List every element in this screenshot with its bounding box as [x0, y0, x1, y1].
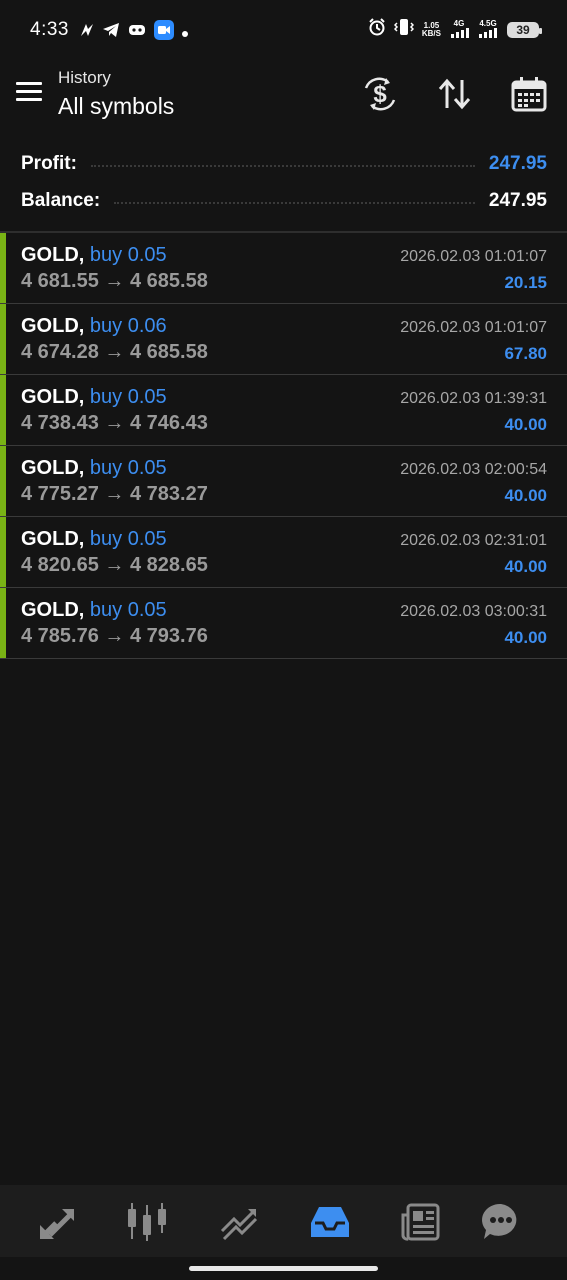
dotted-leader — [114, 202, 475, 204]
deal-time: 2026.02.03 01:01:07 — [400, 319, 547, 336]
buy-indicator-bar — [0, 517, 6, 587]
vibrate-icon — [393, 18, 414, 41]
balance-value: 247.95 — [488, 190, 547, 211]
deal-type: buy 0.06 — [89, 315, 167, 337]
deal-symbol: GOLD, buy 0.05 — [21, 457, 167, 480]
bottom-navigation — [0, 1185, 567, 1257]
sort-icon[interactable] — [435, 74, 475, 114]
deals-list: GOLD, buy 0.05 4 681.55 → 4 685.58 2026.… — [0, 233, 567, 659]
network-speed-unit: KB/S — [421, 28, 441, 38]
signal-1-label: 4G — [453, 18, 465, 28]
discord-icon — [128, 23, 146, 42]
profit-label: Profit: — [21, 153, 77, 174]
deal-symbol-name: GOLD, — [21, 315, 85, 337]
status-time: 4:33 — [30, 19, 69, 40]
deal-symbol-name: GOLD, — [21, 244, 85, 266]
notification-icons — [80, 20, 188, 45]
deal-prices: 4 785.76 → 4 793.76 — [21, 625, 208, 647]
balance-label: Balance: — [21, 190, 101, 211]
deal-profit: 20.15 — [504, 273, 547, 292]
deal-type: buy 0.05 — [89, 457, 167, 479]
telegram-icon — [102, 22, 120, 43]
zoom-icon — [154, 20, 174, 45]
signal-1: 4G — [449, 18, 469, 40]
trade-icon[interactable] — [218, 1201, 260, 1243]
profit-row: Profit: 247.95 — [21, 149, 547, 179]
deal-prices: 4 738.43 → 4 746.43 — [21, 412, 208, 434]
page-title[interactable]: All symbols — [58, 93, 174, 120]
messages-icon[interactable] — [480, 1201, 522, 1243]
deal-symbol: GOLD, buy 0.05 — [21, 244, 167, 267]
news-icon[interactable] — [400, 1201, 442, 1243]
deal-prices: 4 775.27 → 4 783.27 — [21, 483, 208, 505]
status-bar: 4:33 1.05 KB/S 4G 4.5G 39 — [0, 0, 567, 60]
deal-symbol: GOLD, buy 0.06 — [21, 315, 167, 338]
network-speed: 1.05 KB/S — [421, 21, 441, 38]
deal-symbol-name: GOLD, — [21, 457, 85, 479]
chart-icon[interactable] — [126, 1201, 168, 1243]
deal-type: buy 0.05 — [89, 528, 167, 550]
page-subtitle: History — [58, 68, 111, 87]
signal-2-label: 4.5G — [479, 18, 497, 28]
signal-2: 4.5G — [477, 18, 499, 40]
deal-row[interactable]: GOLD, buy 0.05 4 775.27 → 4 783.27 2026.… — [0, 446, 567, 517]
deal-prices: 4 681.55 → 4 685.58 — [21, 270, 208, 292]
buy-indicator-bar — [0, 446, 6, 516]
profit-value: 247.95 — [488, 153, 547, 174]
deal-profit: 40.00 — [504, 557, 547, 576]
deal-prices: 4 820.65 → 4 828.65 — [21, 554, 208, 576]
buy-indicator-bar — [0, 304, 6, 374]
more-notifications-dot — [182, 24, 188, 42]
deal-type: buy 0.05 — [89, 386, 167, 408]
deal-symbol-name: GOLD, — [21, 599, 85, 621]
balance-row: Balance: 247.95 — [21, 186, 547, 216]
deal-symbol-name: GOLD, — [21, 528, 85, 550]
menu-icon[interactable] — [16, 82, 42, 102]
buy-indicator-bar — [0, 375, 6, 445]
deal-row[interactable]: GOLD, buy 0.05 4 785.76 → 4 793.76 2026.… — [0, 588, 567, 659]
calendar-icon[interactable] — [509, 74, 549, 114]
deal-time: 2026.02.03 02:31:01 — [400, 532, 547, 549]
deal-symbol: GOLD, buy 0.05 — [21, 599, 167, 622]
deal-prices: 4 674.28 → 4 685.58 — [21, 341, 208, 363]
quotes-icon[interactable] — [36, 1201, 78, 1243]
buy-indicator-bar — [0, 233, 6, 303]
system-status-icons: 1.05 KB/S 4G 4.5G 39 — [368, 18, 542, 41]
home-indicator[interactable] — [189, 1266, 378, 1271]
deal-profit: 40.00 — [504, 415, 547, 434]
deal-time: 2026.02.03 02:00:54 — [400, 461, 547, 478]
notification-app-icon — [80, 23, 94, 42]
deal-symbol-name: GOLD, — [21, 386, 85, 408]
deal-row[interactable]: GOLD, buy 0.05 4 681.55 → 4 685.58 2026.… — [0, 233, 567, 304]
deal-row[interactable]: GOLD, buy 0.05 4 738.43 → 4 746.43 2026.… — [0, 375, 567, 446]
deal-row[interactable]: GOLD, buy 0.06 4 674.28 → 4 685.58 2026.… — [0, 304, 567, 375]
dotted-leader — [90, 165, 475, 167]
signal-bars-icon — [479, 27, 497, 38]
battery-level: 39 — [516, 22, 530, 37]
signal-bars-icon — [451, 27, 469, 38]
deal-time: 2026.02.03 01:39:31 — [400, 390, 547, 407]
deal-profit: 40.00 — [504, 628, 547, 647]
deal-type: buy 0.05 — [89, 244, 167, 266]
app-bar: History All symbols $ — [0, 60, 567, 130]
buy-indicator-bar — [0, 588, 6, 658]
history-icon[interactable] — [309, 1201, 351, 1243]
alarm-icon — [368, 18, 386, 41]
deal-symbol: GOLD, buy 0.05 — [21, 528, 167, 551]
deal-time: 2026.02.03 03:00:31 — [400, 603, 547, 620]
deal-type: buy 0.05 — [89, 599, 167, 621]
deal-symbol: GOLD, buy 0.05 — [21, 386, 167, 409]
deal-time: 2026.02.03 01:01:07 — [400, 248, 547, 265]
deal-profit: 40.00 — [504, 486, 547, 505]
currency-exchange-icon[interactable]: $ — [360, 74, 400, 114]
deal-row[interactable]: GOLD, buy 0.05 4 820.65 → 4 828.65 2026.… — [0, 517, 567, 588]
battery-icon: 39 — [507, 21, 542, 38]
deal-profit: 67.80 — [504, 344, 547, 363]
